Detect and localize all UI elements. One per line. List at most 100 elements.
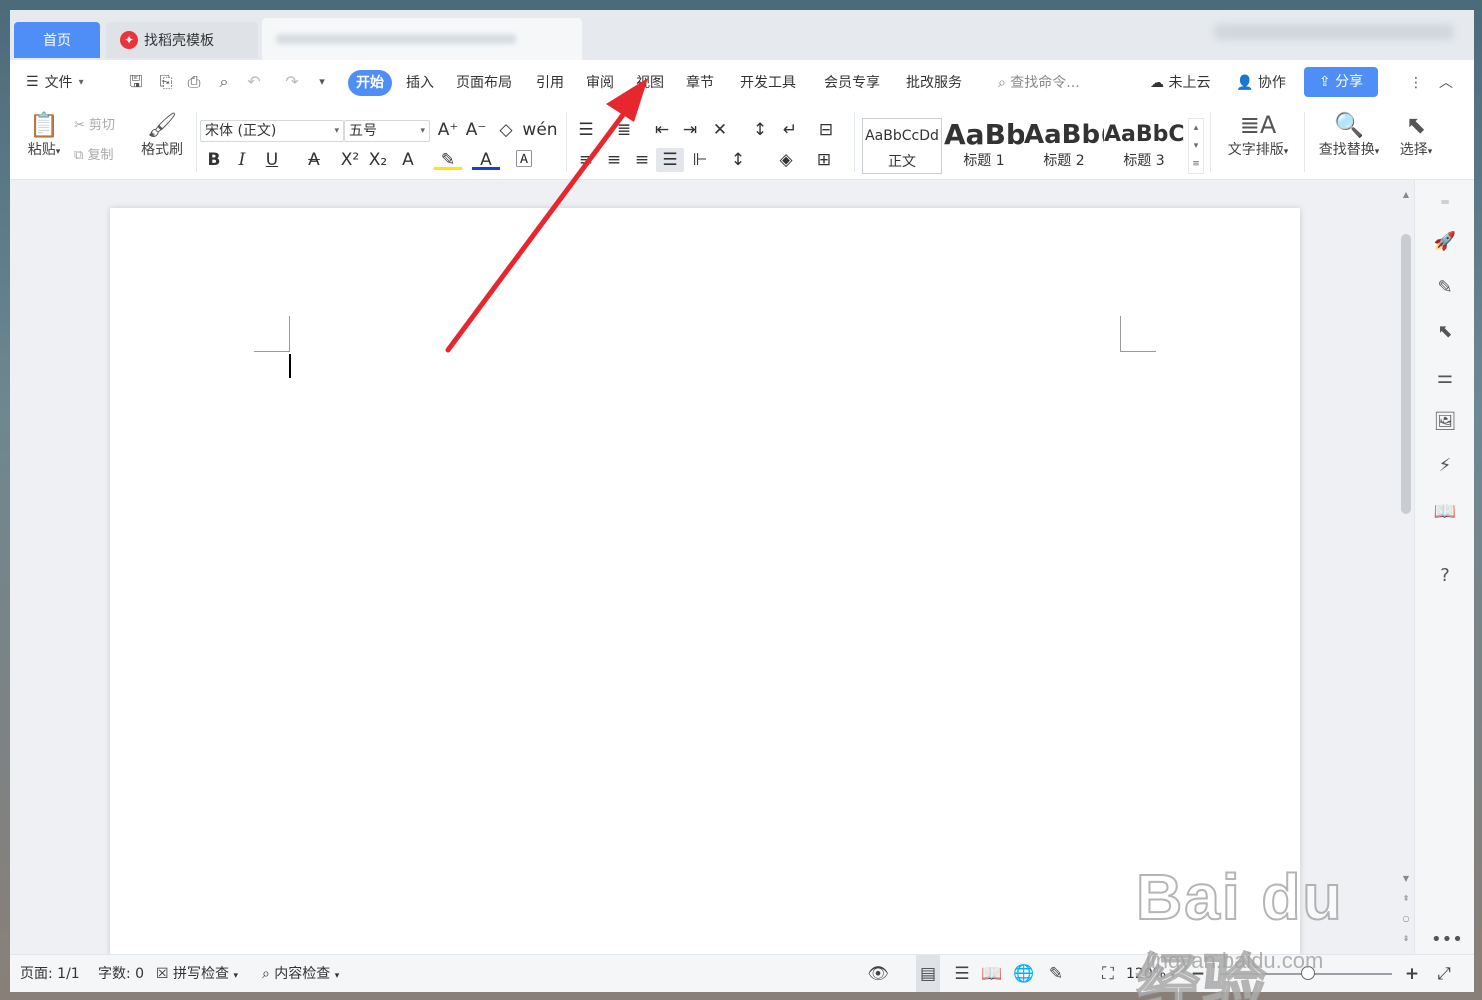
highlight-icon[interactable]: ✎ (434, 148, 462, 170)
document-page[interactable] (110, 208, 1300, 954)
italic-icon[interactable]: I (228, 148, 256, 172)
lightning-icon[interactable]: ⚡ (1431, 452, 1459, 480)
fit-page-icon[interactable]: ⛶ (1096, 955, 1120, 992)
search-icon: ⌕ (998, 75, 1006, 91)
align-center-icon[interactable]: ≡ (600, 148, 628, 172)
image-edit-icon[interactable]: 🖼 (1431, 408, 1459, 436)
scrollbar-thumb[interactable] (1401, 234, 1411, 514)
sort-icon[interactable]: ↕ (746, 118, 774, 142)
redo-icon[interactable]: ↷ (282, 72, 302, 92)
text-layout-button[interactable]: ≣A 文字排版▾ (1218, 110, 1298, 162)
bullet-list-icon[interactable]: ☰ (572, 118, 600, 142)
share-button[interactable]: ⇪ 分享 (1304, 67, 1378, 97)
eye-protection-icon[interactable]: 👁 (866, 955, 890, 992)
font-name-select[interactable]: 宋体 (正文) ▾ (200, 120, 344, 142)
tab-template[interactable]: ✦ 找稻壳模板 (106, 22, 258, 58)
strikethrough-icon[interactable]: A (300, 148, 328, 172)
cloud-status-button[interactable]: ☁ 未上云 (1150, 70, 1210, 96)
tab-document[interactable] (262, 18, 582, 60)
shading-icon[interactable]: ◈ (772, 148, 800, 172)
tab-stops-icon[interactable]: ⊟ (812, 118, 840, 142)
bold-icon[interactable]: B (200, 148, 228, 172)
align-left-icon[interactable]: ≡ (572, 148, 600, 172)
outline-view-icon[interactable]: ☰ (950, 955, 974, 992)
text-effect-icon[interactable]: A (394, 148, 422, 172)
justify-icon[interactable]: ☰ (656, 148, 684, 172)
write-mode-icon[interactable]: ✎ (1044, 955, 1068, 992)
decrease-indent-icon[interactable]: ⇤ (648, 118, 676, 142)
tab-insert[interactable]: 插入 (398, 70, 442, 96)
more-options-icon[interactable]: ⋮ (1408, 70, 1424, 96)
font-size-select[interactable]: 五号 ▾ (344, 120, 430, 142)
web-view-icon[interactable]: 🌐 (1012, 955, 1036, 992)
sidebar-handle-icon[interactable]: ═ (1431, 188, 1459, 216)
page-view-icon[interactable]: ▤ (916, 955, 940, 992)
tab-developer-tools[interactable]: 开发工具 (732, 70, 804, 96)
format-painter-button[interactable]: 🖌 格式刷 (136, 110, 188, 160)
undo-icon[interactable]: ↶ (244, 72, 264, 92)
tab-home[interactable]: 首页 (14, 22, 100, 58)
copy-button[interactable]: ⧉ 复制 (74, 144, 113, 163)
tab-references[interactable]: 引用 (528, 70, 572, 96)
vertical-scrollbar[interactable]: ▲ ▼ ⇞ ○ ⇟ (1398, 186, 1414, 954)
tab-chapter[interactable]: 章节 (678, 70, 722, 96)
pinyin-guide-icon[interactable]: wén (522, 118, 558, 142)
collaborate-button[interactable]: 👤 协作 (1236, 70, 1286, 96)
reader-icon[interactable]: 📖 (1431, 498, 1459, 526)
export-pdf-icon[interactable]: ⎘ (156, 72, 176, 92)
select-button[interactable]: ⬉ 选择▾ (1390, 110, 1442, 162)
superscript-icon[interactable]: X² (336, 148, 364, 172)
collaborate-label: 协作 (1257, 75, 1286, 91)
show-marks-icon[interactable]: ↵ (776, 118, 804, 142)
style-heading-2[interactable]: AaBb( 标题 2 (1024, 118, 1104, 174)
distributed-align-icon[interactable]: ⊩ (686, 148, 714, 172)
help-icon[interactable]: ? (1431, 562, 1459, 590)
tab-review[interactable]: 审阅 (578, 70, 622, 96)
customize-toolbar-icon[interactable]: ▾ (312, 72, 332, 92)
save-icon[interactable]: 🖫 (126, 72, 146, 92)
tab-view[interactable]: 视图 (628, 70, 672, 96)
clear-format-icon[interactable]: ◇ (492, 118, 520, 142)
style-heading-1[interactable]: AaBb 标题 1 (944, 118, 1024, 174)
numbered-list-icon[interactable]: ≣ (610, 118, 638, 142)
chinese-layout-icon[interactable]: ✕ (706, 118, 734, 142)
rocket-icon[interactable]: 🚀 (1431, 228, 1459, 256)
fullscreen-icon[interactable]: ⤢ (1432, 955, 1456, 992)
spell-check-button[interactable]: ☒ 拼写检查 ▾ (156, 955, 238, 992)
tab-member-exclusive[interactable]: 会员专享 (816, 70, 888, 96)
shrink-font-icon[interactable]: A⁻ (462, 118, 490, 142)
pen-icon[interactable]: ✎ (1431, 274, 1459, 302)
file-menu[interactable]: ☰ 文件 ▾ (26, 72, 84, 92)
line-spacing-icon[interactable]: ↕ (724, 148, 752, 172)
subscript-icon[interactable]: X₂ (364, 148, 392, 172)
cut-button[interactable]: ✂ 剪切 (74, 114, 115, 133)
style-heading-3[interactable]: AaBbC( 标题 3 (1104, 118, 1184, 174)
borders-icon[interactable]: ⊞ (810, 148, 838, 172)
more-icon[interactable]: ••• (1431, 926, 1463, 954)
word-count[interactable]: 字数: 0 (98, 955, 144, 992)
scroll-up-icon[interactable]: ▲ (1398, 190, 1414, 199)
grow-font-icon[interactable]: A⁺ (434, 118, 462, 142)
collapse-ribbon-icon[interactable]: ︿ (1434, 70, 1458, 96)
font-color-icon[interactable]: A (472, 148, 500, 170)
reading-view-icon[interactable]: 📖 (980, 955, 1004, 992)
pointer-icon[interactable]: ⬉ (1431, 318, 1459, 346)
page-count[interactable]: 页面: 1/1 (20, 955, 80, 992)
sliders-icon[interactable]: ⚌ (1431, 364, 1459, 392)
print-preview-icon[interactable]: ⌕ (214, 72, 234, 92)
character-border-icon[interactable]: 🄰 (510, 148, 538, 172)
command-search[interactable]: ⌕ 查找命令... (998, 70, 1080, 96)
find-replace-button[interactable]: 🔍 查找替换▾ (1308, 110, 1390, 162)
styles-scroll[interactable]: ▴ ▾ ≡ (1188, 118, 1204, 174)
tab-page-layout[interactable]: 页面布局 (448, 70, 520, 96)
underline-icon[interactable]: U (258, 148, 286, 172)
align-right-icon[interactable]: ≡ (628, 148, 656, 172)
tab-correction-service[interactable]: 批改服务 (898, 70, 970, 96)
increase-indent-icon[interactable]: ⇥ (676, 118, 704, 142)
document-canvas[interactable] (10, 180, 1414, 954)
style-normal[interactable]: AaBbCcDd 正文 (862, 118, 942, 174)
tab-start[interactable]: 开始 (348, 70, 392, 96)
paste-button[interactable]: 📋 粘贴▾ (22, 110, 66, 162)
print-icon[interactable]: ⎙ (184, 72, 204, 92)
content-check-button[interactable]: ⌕ 内容检查 ▾ (262, 955, 339, 992)
